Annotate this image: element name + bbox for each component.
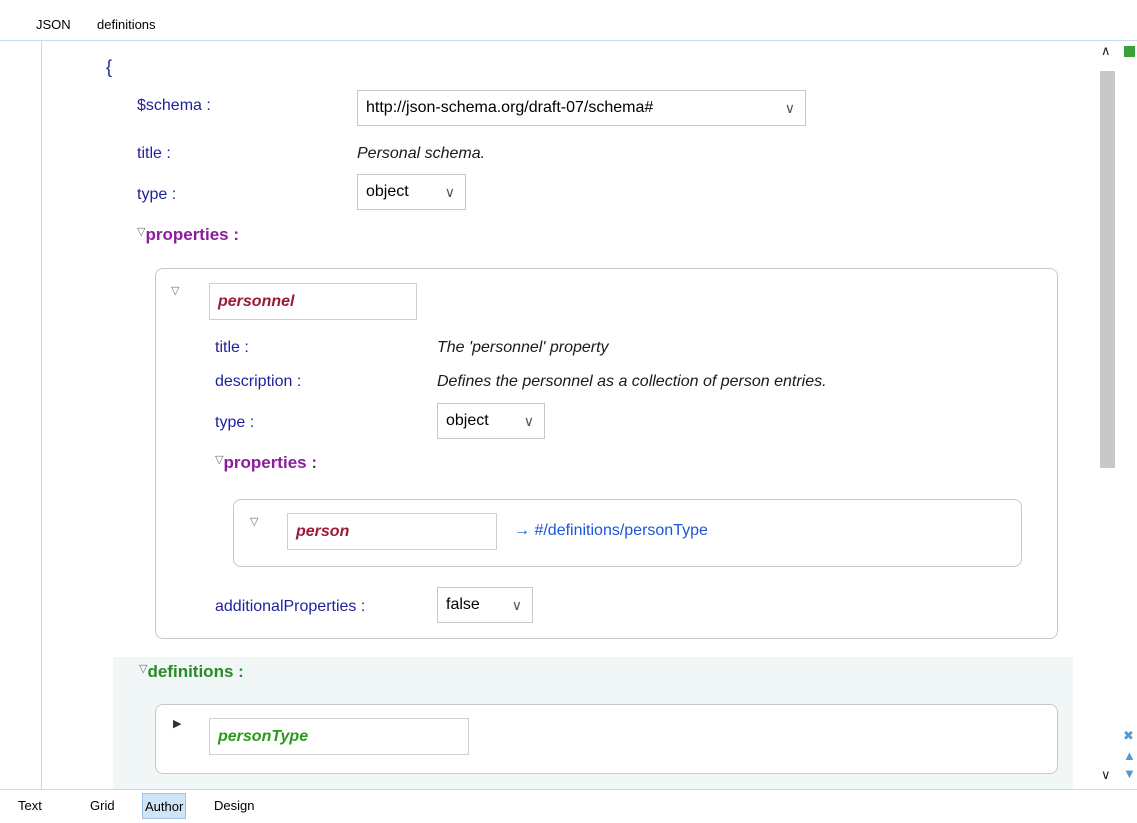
tab-design[interactable]: Design xyxy=(212,793,256,819)
personnel-name-field[interactable]: personnel xyxy=(209,283,417,320)
additional-properties-combo[interactable]: false ∨ xyxy=(437,587,533,623)
definitions-label: definitions : xyxy=(147,662,244,681)
tab-author[interactable]: Author xyxy=(142,793,187,819)
personnel-description-value[interactable]: Defines the personnel as a collection of… xyxy=(437,373,827,391)
tab-text[interactable]: Text xyxy=(16,793,44,819)
editor-mode-tabs: Text Grid Author Design xyxy=(0,789,1137,823)
collapsed-triangle-icon[interactable]: ▶ xyxy=(173,717,181,730)
expanded-triangle-icon[interactable]: ▽ xyxy=(171,284,179,297)
gutter-line xyxy=(41,41,42,789)
breadcrumb: JSON definitions xyxy=(0,0,1137,41)
personnel-title-key: title : xyxy=(215,339,249,356)
schema-value: http://json-schema.org/draft-07/schema# xyxy=(366,99,654,116)
personnel-properties-label: properties : xyxy=(223,453,317,472)
status-marker xyxy=(1124,46,1135,57)
type-combo[interactable]: object ∨ xyxy=(357,174,466,210)
breadcrumb-item-json[interactable]: JSON xyxy=(36,17,71,32)
personnel-properties-section-header[interactable]: ▽properties : xyxy=(215,453,317,473)
nav-up-icon[interactable]: ▲ xyxy=(1123,748,1136,763)
person-name-field[interactable]: person xyxy=(287,513,497,550)
scrollbar-thumb[interactable] xyxy=(1100,71,1115,468)
expanded-triangle-icon[interactable]: ▽ xyxy=(250,515,258,528)
type-key: type : xyxy=(137,186,177,203)
scroll-up-icon[interactable]: ∧ xyxy=(1101,43,1111,59)
vertical-scrollbar[interactable]: ∧ ∨ xyxy=(1097,41,1118,789)
scroll-down-icon[interactable]: ∨ xyxy=(1101,767,1111,783)
additional-properties-value: false xyxy=(446,596,480,613)
chevron-down-icon: ∨ xyxy=(511,597,522,613)
schema-combo[interactable]: http://json-schema.org/draft-07/schema# … xyxy=(357,90,806,126)
nav-down-icon[interactable]: ▼ xyxy=(1123,766,1136,781)
schema-key: $schema : xyxy=(137,97,211,114)
chevron-down-icon: ∨ xyxy=(523,413,534,429)
personnel-type-combo[interactable]: object ∨ xyxy=(437,403,545,439)
additional-properties-key: additionalProperties : xyxy=(215,598,366,615)
close-icon[interactable]: ✖ xyxy=(1123,728,1134,744)
breadcrumb-item-definitions[interactable]: definitions xyxy=(97,17,156,32)
definitions-section-header[interactable]: ▽definitions : xyxy=(139,662,244,682)
personnel-description-key: description : xyxy=(215,373,302,390)
personnel-type-value: object xyxy=(446,412,489,429)
personnel-title-value[interactable]: The 'personnel' property xyxy=(437,339,609,357)
person-ref-link[interactable]: → #/definitions/personType xyxy=(514,522,708,540)
author-editor: { $schema : http://json-schema.org/draft… xyxy=(0,41,1118,789)
title-key: title : xyxy=(137,145,171,162)
title-value[interactable]: Personal schema. xyxy=(357,145,485,163)
chevron-down-icon: ∨ xyxy=(784,100,795,116)
properties-label: properties : xyxy=(145,225,239,244)
persontype-name-field[interactable]: personType xyxy=(209,718,469,755)
chevron-down-icon: ∨ xyxy=(444,184,455,200)
type-value: object xyxy=(366,183,409,200)
personnel-type-key: type : xyxy=(215,414,255,431)
properties-section-header[interactable]: ▽properties : xyxy=(137,225,239,245)
open-brace: { xyxy=(106,57,113,77)
tab-grid[interactable]: Grid xyxy=(88,793,117,819)
